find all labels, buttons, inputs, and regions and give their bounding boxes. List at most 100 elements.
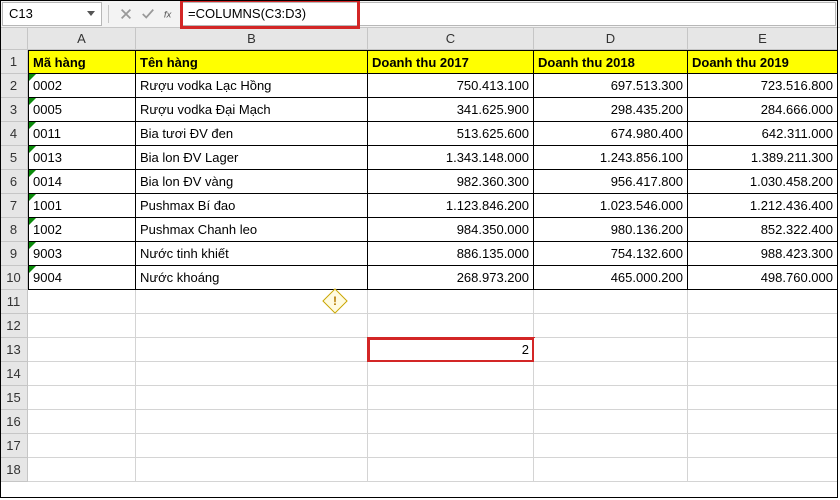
cell-e17[interactable] — [688, 434, 838, 458]
cell-c16[interactable] — [368, 410, 534, 434]
cancel-icon[interactable] — [115, 3, 137, 25]
select-all-corner[interactable] — [0, 28, 28, 50]
cell-b15[interactable] — [136, 386, 368, 410]
cell-a5[interactable]: 0013 — [28, 146, 136, 170]
row-header-15[interactable]: 15 — [0, 386, 28, 410]
row-header-8[interactable]: 8 — [0, 218, 28, 242]
check-icon[interactable] — [137, 3, 159, 25]
cell-b16[interactable] — [136, 410, 368, 434]
cell-b7[interactable]: Pushmax Bí đao — [136, 194, 368, 218]
cell-a15[interactable] — [28, 386, 136, 410]
cell-e14[interactable] — [688, 362, 838, 386]
cell-b5[interactable]: Bia lon ĐV Lager — [136, 146, 368, 170]
cell-e10[interactable]: 498.760.000 — [688, 266, 838, 290]
cell-a2[interactable]: 0002 — [28, 74, 136, 98]
col-header-b[interactable]: B — [136, 28, 368, 50]
col-header-c[interactable]: C — [368, 28, 534, 50]
cell-c14[interactable] — [368, 362, 534, 386]
cell-d16[interactable] — [534, 410, 688, 434]
row-header-16[interactable]: 16 — [0, 410, 28, 434]
row-header-10[interactable]: 10 — [0, 266, 28, 290]
cell-d10[interactable]: 465.000.200 — [534, 266, 688, 290]
cell-d12[interactable] — [534, 314, 688, 338]
cell-d15[interactable] — [534, 386, 688, 410]
cell-d6[interactable]: 956.417.800 — [534, 170, 688, 194]
cell-a13[interactable] — [28, 338, 136, 362]
cell-e16[interactable] — [688, 410, 838, 434]
cell-b2[interactable]: Rượu vodka Lạc Hồng — [136, 74, 368, 98]
cell-a16[interactable] — [28, 410, 136, 434]
row-header-1[interactable]: 1 — [0, 50, 28, 74]
cell-a9[interactable]: 9003 — [28, 242, 136, 266]
row-header-4[interactable]: 4 — [0, 122, 28, 146]
cell-c4[interactable]: 513.625.600 — [368, 122, 534, 146]
cell-e6[interactable]: 1.030.458.200 — [688, 170, 838, 194]
header-cell-b[interactable]: Tên hàng — [136, 50, 368, 74]
cell-c11[interactable] — [368, 290, 534, 314]
cell-d11[interactable] — [534, 290, 688, 314]
cell-b18[interactable] — [136, 458, 368, 482]
cell-c2[interactable]: 750.413.100 — [368, 74, 534, 98]
cell-b4[interactable]: Bia tươi ĐV đen — [136, 122, 368, 146]
row-header-12[interactable]: 12 — [0, 314, 28, 338]
cell-d4[interactable]: 674.980.400 — [534, 122, 688, 146]
cell-d2[interactable]: 697.513.300 — [534, 74, 688, 98]
col-header-e[interactable]: E — [688, 28, 838, 50]
row-header-17[interactable]: 17 — [0, 434, 28, 458]
cell-e13[interactable] — [688, 338, 838, 362]
cell-c17[interactable] — [368, 434, 534, 458]
formula-input[interactable] — [188, 6, 829, 21]
cell-e11[interactable] — [688, 290, 838, 314]
cell-b17[interactable] — [136, 434, 368, 458]
cell-e3[interactable]: 284.666.000 — [688, 98, 838, 122]
name-box[interactable] — [2, 2, 102, 26]
cell-c10[interactable]: 268.973.200 — [368, 266, 534, 290]
cell-e5[interactable]: 1.389.211.300 — [688, 146, 838, 170]
cell-a10[interactable]: 9004 — [28, 266, 136, 290]
row-header-14[interactable]: 14 — [0, 362, 28, 386]
cell-d8[interactable]: 980.136.200 — [534, 218, 688, 242]
cell-b12[interactable] — [136, 314, 368, 338]
cell-a8[interactable]: 1002 — [28, 218, 136, 242]
cell-b13[interactable] — [136, 338, 368, 362]
cell-a17[interactable] — [28, 434, 136, 458]
cell-d17[interactable] — [534, 434, 688, 458]
cell-a11[interactable] — [28, 290, 136, 314]
cell-d7[interactable]: 1.023.546.000 — [534, 194, 688, 218]
cell-c8[interactable]: 984.350.000 — [368, 218, 534, 242]
cell-a14[interactable] — [28, 362, 136, 386]
cell-c7[interactable]: 1.123.846.200 — [368, 194, 534, 218]
cell-d5[interactable]: 1.243.856.100 — [534, 146, 688, 170]
col-header-d[interactable]: D — [534, 28, 688, 50]
cell-b10[interactable]: Nước khoáng — [136, 266, 368, 290]
row-header-5[interactable]: 5 — [0, 146, 28, 170]
cell-c12[interactable] — [368, 314, 534, 338]
header-cell-c[interactable]: Doanh thu 2017 — [368, 50, 534, 74]
header-cell-d[interactable]: Doanh thu 2018 — [534, 50, 688, 74]
cell-e15[interactable] — [688, 386, 838, 410]
cell-c18[interactable] — [368, 458, 534, 482]
row-header-13[interactable]: 13 — [0, 338, 28, 362]
formula-input-wrap[interactable] — [181, 2, 836, 26]
cell-c5[interactable]: 1.343.148.000 — [368, 146, 534, 170]
row-header-11[interactable]: 11 — [0, 290, 28, 314]
header-cell-e[interactable]: Doanh thu 2019 — [688, 50, 838, 74]
cell-e2[interactable]: 723.516.800 — [688, 74, 838, 98]
row-header-2[interactable]: 2 — [0, 74, 28, 98]
cell-c13[interactable]: 2 — [368, 338, 534, 362]
cell-b6[interactable]: Bia lon ĐV vàng — [136, 170, 368, 194]
cell-b9[interactable]: Nước tinh khiết — [136, 242, 368, 266]
cell-d18[interactable] — [534, 458, 688, 482]
cell-e12[interactable] — [688, 314, 838, 338]
col-header-a[interactable]: A — [28, 28, 136, 50]
cell-d9[interactable]: 754.132.600 — [534, 242, 688, 266]
cell-d13[interactable] — [534, 338, 688, 362]
cell-a3[interactable]: 0005 — [28, 98, 136, 122]
cell-e8[interactable]: 852.322.400 — [688, 218, 838, 242]
cell-d14[interactable] — [534, 362, 688, 386]
row-header-9[interactable]: 9 — [0, 242, 28, 266]
cell-e4[interactable]: 642.311.000 — [688, 122, 838, 146]
cell-e7[interactable]: 1.212.436.400 — [688, 194, 838, 218]
cell-a7[interactable]: 1001 — [28, 194, 136, 218]
cell-b14[interactable] — [136, 362, 368, 386]
